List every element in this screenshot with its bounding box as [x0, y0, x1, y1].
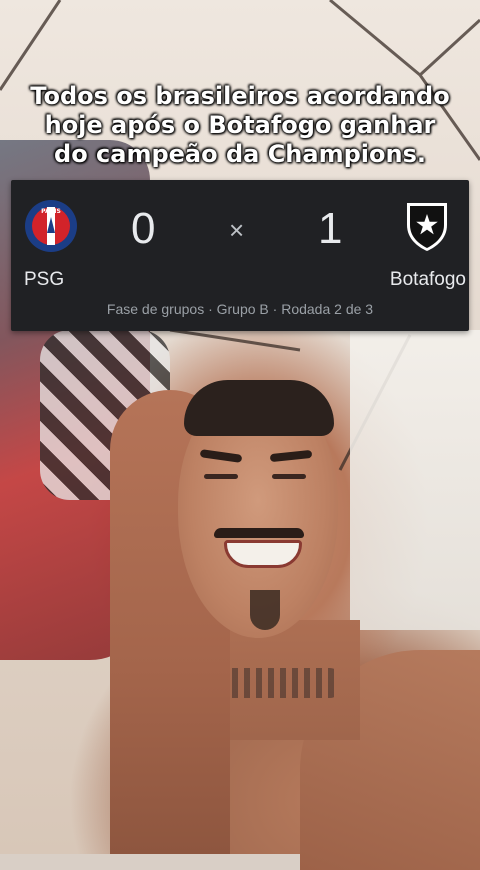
caption-line-3: do campeão da Champions.	[54, 140, 426, 168]
right-eye	[272, 474, 306, 479]
round-info: Fase de grupos · Grupo B · Rodada 2 de 3	[106, 301, 374, 317]
home-score: 0	[131, 204, 156, 253]
window	[350, 330, 480, 630]
goatee	[250, 590, 280, 630]
away-score: 1	[318, 204, 343, 253]
caption-line-1: Todos os brasileiros acordando	[30, 82, 450, 110]
botafogo-logo-icon	[407, 203, 447, 251]
meme-caption: Todos os brasileiros acordando hoje após…	[20, 82, 460, 169]
score-separator: ×	[229, 215, 245, 245]
neck-tattoo	[220, 668, 340, 698]
psg-logo-icon: PARIS	[25, 200, 77, 252]
smile	[224, 540, 302, 568]
away-team-name: Botafogo	[389, 269, 466, 290]
mustache	[214, 528, 304, 538]
home-team-name: PSG	[24, 269, 65, 290]
left-eye	[204, 474, 238, 479]
hair	[184, 380, 334, 436]
psg-logo-text: PARIS	[41, 208, 61, 215]
caption-line-2: hoje após o Botafogo ganhar	[44, 111, 436, 139]
